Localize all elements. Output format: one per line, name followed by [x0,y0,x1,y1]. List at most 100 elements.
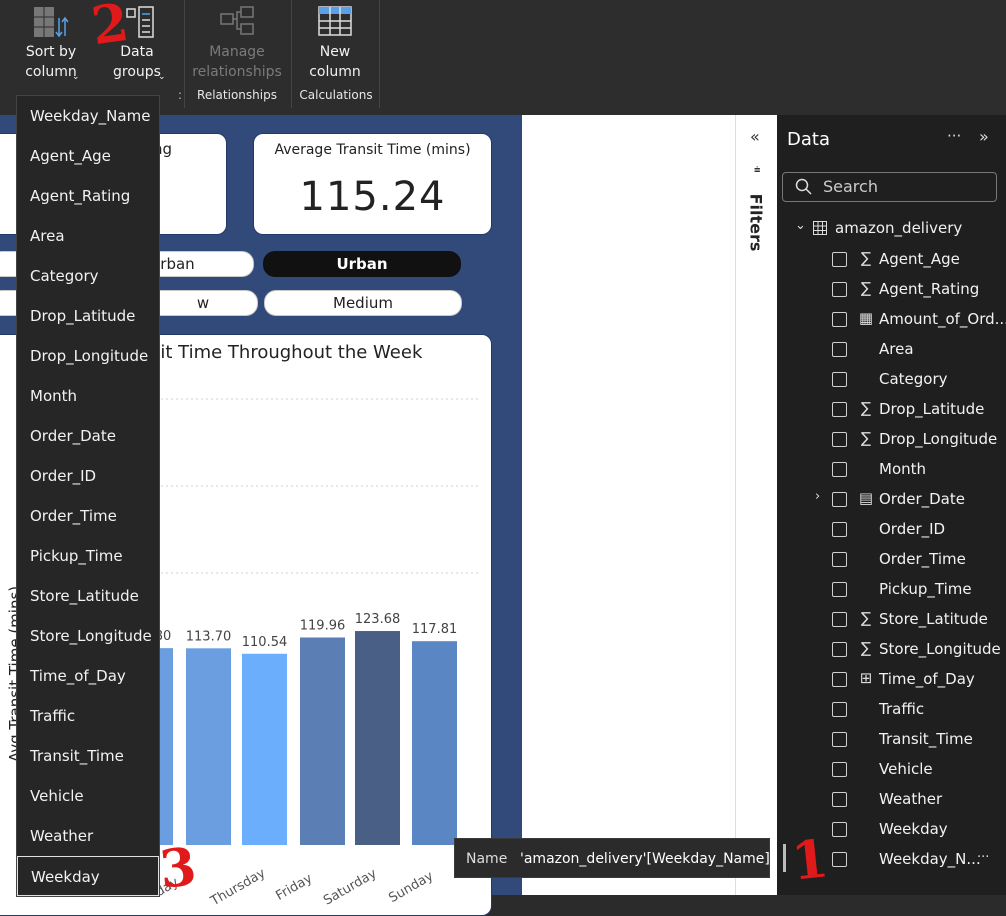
field-row[interactable]: ∑ Store_Longitude [777,635,1006,665]
field-checkbox[interactable] [832,522,847,537]
menu-item[interactable]: Time_of_Day [17,656,159,696]
field-checkbox[interactable] [832,642,847,657]
field-row[interactable]: Order_Time [777,545,1006,575]
field-checkbox[interactable] [832,852,847,867]
field-row[interactable]: ∑ Agent_Age [777,245,1006,275]
menu-item[interactable]: Store_Longitude [17,616,159,656]
sigma-icon: ∑ [860,609,872,627]
selection-marker [783,844,786,872]
menu-item[interactable]: Agent_Rating [17,176,159,216]
menu-item[interactable]: Category [17,256,159,296]
field-checkbox[interactable] [832,552,847,567]
menu-item[interactable]: Order_ID [17,456,159,496]
field-row[interactable]: Vehicle [777,755,1006,785]
field-row[interactable]: ∑ Drop_Longitude [777,425,1006,455]
x-tick-label: Sunday [386,869,436,906]
menu-item[interactable]: Drop_Latitude [17,296,159,336]
search-box[interactable]: Search [782,172,997,202]
field-checkbox[interactable] [832,462,847,477]
field-row[interactable]: Traffic [777,695,1006,725]
field-checkbox[interactable] [832,792,847,807]
field-row[interactable]: Transit_Time [777,725,1006,755]
new-column-button[interactable]: New column [298,4,372,82]
bar [242,653,287,845]
filter-icon: ⩧ [754,163,761,176]
manage-relationships-button[interactable]: Manage relationships [188,4,286,82]
chevron-down-icon: ⌄ [158,72,166,82]
menu-item[interactable]: Weekday_Name [17,96,159,136]
menu-item[interactable]: Order_Date [17,416,159,456]
field-name: Order_Time [879,550,966,568]
menu-item[interactable]: Weekday [17,856,159,896]
field-row[interactable]: ∑ Drop_Latitude [777,395,1006,425]
menu-item[interactable]: Agent_Age [17,136,159,176]
menu-item[interactable]: Area [17,216,159,256]
field-row[interactable]: Pickup_Time [777,575,1006,605]
field-name: Weekday [879,820,948,838]
menu-item[interactable]: Pickup_Time [17,536,159,576]
field-checkbox[interactable] [832,342,847,357]
menu-item[interactable]: Transit_Time [17,736,159,776]
tooltip-value: 'amazon_delivery'[Weekday_Name] [520,851,770,867]
field-checkbox[interactable] [832,612,847,627]
filters-pane[interactable]: « ⩧ Filters [735,115,778,895]
field-checkbox[interactable] [832,762,847,777]
field-more-options-icon[interactable]: ··· [977,850,989,865]
sort-by-column-button[interactable]: Sort by column ⌄ [14,4,88,82]
field-checkbox[interactable] [832,822,847,837]
field-row[interactable]: ▤ Order_Date [777,485,1006,515]
group-relationships-label: Relationships [197,88,277,102]
menu-item[interactable]: Order_Time [17,496,159,536]
field-checkbox[interactable] [832,732,847,747]
field-checkbox[interactable] [832,372,847,387]
field-row[interactable]: ∑ Agent_Rating [777,275,1006,305]
field-row[interactable]: Month [777,455,1006,485]
field-checkbox[interactable] [832,312,847,327]
annotation-1: 1 [788,828,832,893]
more-options-icon[interactable]: ··· [947,127,961,145]
field-name: Store_Latitude [879,610,988,628]
field-checkbox[interactable] [832,702,847,717]
menu-item[interactable]: Store_Latitude [17,576,159,616]
field-name: Agent_Rating [879,280,980,298]
field-row[interactable]: ▦ Amount_of_Ord... [777,305,1006,335]
calc-column-icon: ⊞ [859,669,873,687]
field-checkbox[interactable] [832,672,847,687]
menu-item[interactable]: Drop_Longitude [17,336,159,376]
avg-transit-card[interactable]: Average Transit Time (mins) 115.24 [253,133,492,235]
bar [412,641,457,845]
sigma-icon: ∑ [860,399,872,417]
field-checkbox[interactable] [832,492,847,507]
table-node[interactable]: ⌄ amazon_delivery [777,218,1006,242]
x-tick-label: Saturday [321,866,379,908]
collapse-right-icon[interactable]: » [979,127,989,146]
field-name: Weekday_N... [879,850,981,868]
chevron-down-icon[interactable]: ⌄ [795,218,806,233]
collapse-left-icon[interactable]: « [750,127,760,146]
x-tick-label: Friday [273,871,315,904]
field-name: Month [879,460,927,478]
group-calculations-label: Calculations [299,88,373,102]
slicer-medium[interactable]: Medium [264,290,462,316]
table-icon [813,221,827,235]
field-row[interactable]: ∑ Store_Latitude [777,605,1006,635]
bar-value-label: 117.81 [412,622,458,637]
field-name: Amount_of_Ord... [879,310,1006,328]
field-checkbox[interactable] [832,282,847,297]
menu-item[interactable]: Vehicle [17,776,159,816]
menu-item[interactable]: Month [17,376,159,416]
field-row[interactable]: Weather [777,785,1006,815]
field-checkbox[interactable] [832,432,847,447]
chevron-right-icon[interactable]: › [815,489,820,504]
menu-item[interactable]: Weather [17,816,159,856]
bar-value-label: 110.54 [242,635,288,650]
field-row[interactable]: Area [777,335,1006,365]
field-row[interactable]: Category [777,365,1006,395]
field-checkbox[interactable] [832,402,847,417]
slicer-urban-selected[interactable]: Urban [263,251,461,277]
field-checkbox[interactable] [832,252,847,267]
field-row[interactable]: Order_ID [777,515,1006,545]
field-checkbox[interactable] [832,582,847,597]
field-row[interactable]: ⊞ Time_of_Day [777,665,1006,695]
menu-item[interactable]: Traffic [17,696,159,736]
